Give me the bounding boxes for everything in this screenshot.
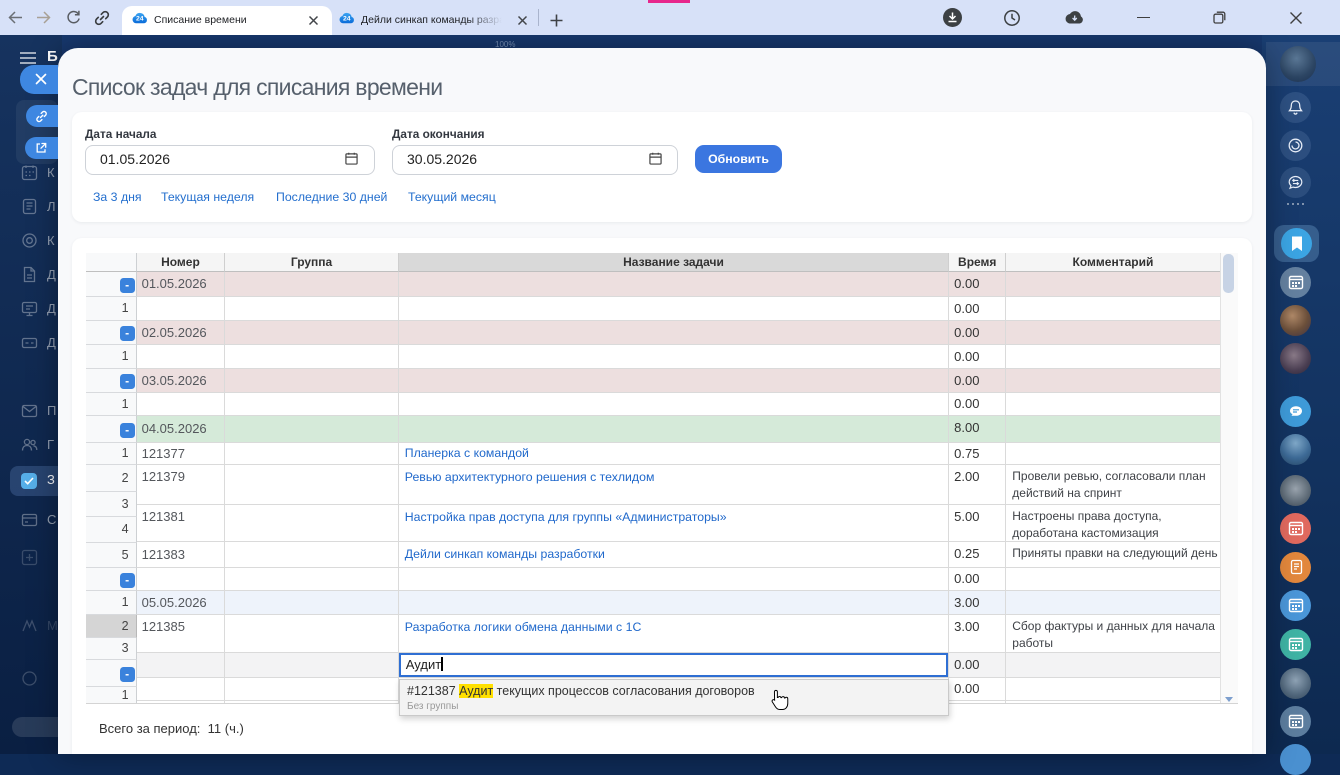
svg-text:24: 24 (343, 16, 351, 23)
svg-text:24: 24 (136, 16, 144, 23)
